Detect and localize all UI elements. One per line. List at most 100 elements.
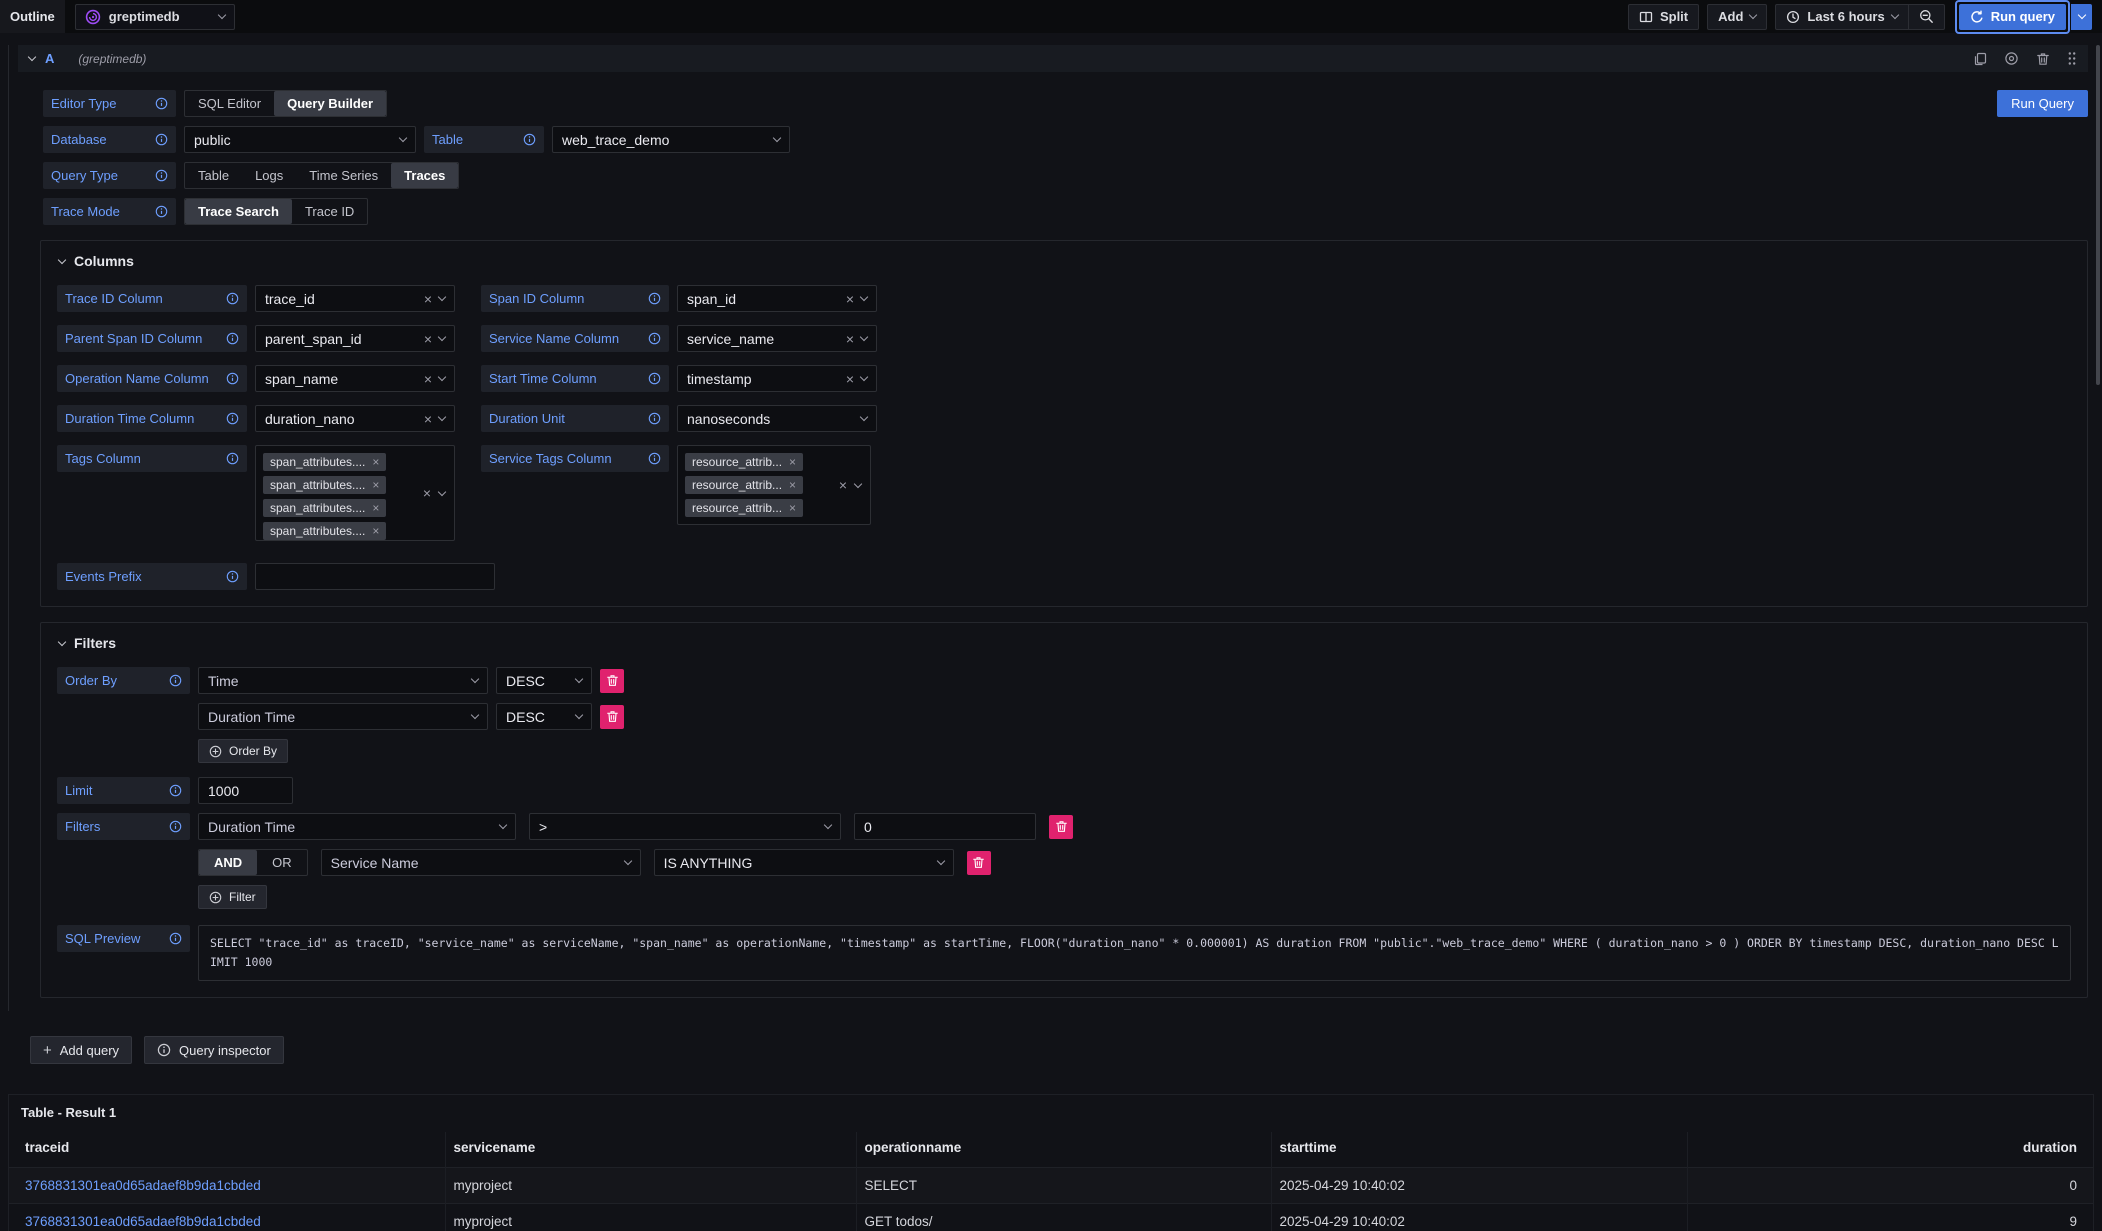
tag-chip[interactable]: span_attributes....× xyxy=(263,453,386,471)
info-icon[interactable] xyxy=(648,452,661,465)
delete-order-by-button[interactable] xyxy=(600,705,624,729)
zoom-out-time-button[interactable] xyxy=(1909,5,1944,29)
info-icon[interactable] xyxy=(648,292,661,305)
query-type-timeseries-option[interactable]: Time Series xyxy=(296,163,391,188)
delete-order-by-button[interactable] xyxy=(600,669,624,693)
collapse-chevron-icon[interactable] xyxy=(28,53,36,61)
filter-operator-select[interactable]: IS ANYTHING xyxy=(654,849,954,876)
add-order-by-button[interactable]: Order By xyxy=(198,739,288,763)
query-type-table-option[interactable]: Table xyxy=(185,163,242,188)
service-tags-column-multiselect[interactable]: resource_attrib...× resource_attrib...× … xyxy=(677,445,871,525)
duration-time-column-select[interactable]: duration_nano × xyxy=(255,405,455,432)
order-by-field-select[interactable]: Duration Time xyxy=(198,703,488,730)
split-button[interactable]: Split xyxy=(1628,4,1699,30)
remove-chip-icon[interactable]: × xyxy=(372,479,379,491)
info-icon[interactable] xyxy=(648,412,661,425)
filter-operator-select[interactable]: > xyxy=(529,813,841,840)
info-icon[interactable] xyxy=(169,784,182,797)
info-icon[interactable] xyxy=(226,292,239,305)
query-type-logs-option[interactable]: Logs xyxy=(242,163,296,188)
column-header-traceid[interactable]: traceid xyxy=(9,1132,445,1168)
and-option[interactable]: AND xyxy=(199,850,257,875)
info-icon[interactable] xyxy=(169,674,182,687)
info-icon[interactable] xyxy=(155,133,168,146)
clear-icon[interactable]: × xyxy=(846,332,854,346)
delete-filter-button[interactable] xyxy=(967,851,991,875)
filters-section-header[interactable]: Filters xyxy=(59,635,2071,651)
columns-section-header[interactable]: Columns xyxy=(59,253,2071,269)
order-by-field-select[interactable]: Time xyxy=(198,667,488,694)
query-row-header[interactable]: A (greptimedb) xyxy=(18,45,2088,72)
clear-all-icon[interactable]: × xyxy=(423,486,431,500)
info-icon[interactable] xyxy=(226,412,239,425)
trace-id-option[interactable]: Trace ID xyxy=(292,199,367,224)
or-option[interactable]: OR xyxy=(257,850,307,875)
service-tag-chip[interactable]: resource_attrib...× xyxy=(685,499,803,517)
query-inspector-button[interactable]: Query inspector xyxy=(144,1036,284,1064)
remove-query-trash-icon[interactable] xyxy=(2036,52,2050,66)
info-icon[interactable] xyxy=(226,372,239,385)
duplicate-query-icon[interactable] xyxy=(1973,52,1987,66)
clear-icon[interactable]: × xyxy=(424,412,432,426)
filter-value-input[interactable]: 0 xyxy=(854,813,1036,840)
clear-icon[interactable]: × xyxy=(846,292,854,306)
order-by-direction-select[interactable]: DESC xyxy=(496,703,592,730)
hide-response-eye-icon[interactable] xyxy=(2004,51,2019,66)
operation-name-column-select[interactable]: span_name × xyxy=(255,365,455,392)
trace-id-link[interactable]: 3768831301ea0d65adaef8b9da1cbded xyxy=(25,1214,261,1229)
remove-chip-icon[interactable]: × xyxy=(789,479,796,491)
sql-editor-option[interactable]: SQL Editor xyxy=(185,91,274,116)
limit-input[interactable]: 1000 xyxy=(198,777,293,804)
filter-field-select[interactable]: Duration Time xyxy=(198,813,516,840)
trace-id-column-select[interactable]: trace_id × xyxy=(255,285,455,312)
add-query-button[interactable]: + Add query xyxy=(30,1036,132,1064)
column-header-servicename[interactable]: servicename xyxy=(445,1132,856,1168)
query-builder-option[interactable]: Query Builder xyxy=(274,91,386,116)
tag-chip[interactable]: span_attributes....× xyxy=(263,522,386,540)
start-time-column-select[interactable]: timestamp × xyxy=(677,365,877,392)
scrollbar-thumb[interactable] xyxy=(2096,45,2100,385)
tag-chip[interactable]: span_attributes....× xyxy=(263,499,386,517)
remove-chip-icon[interactable]: × xyxy=(789,502,796,514)
info-icon[interactable] xyxy=(155,97,168,110)
time-range-picker[interactable]: Last 6 hours xyxy=(1776,5,1907,29)
span-id-column-select[interactable]: span_id × xyxy=(677,285,877,312)
remove-chip-icon[interactable]: × xyxy=(372,502,379,514)
column-header-operationname[interactable]: operationname xyxy=(856,1132,1271,1168)
delete-filter-button[interactable] xyxy=(1049,815,1073,839)
remove-chip-icon[interactable]: × xyxy=(372,525,379,537)
info-icon[interactable] xyxy=(155,205,168,218)
clear-icon[interactable]: × xyxy=(424,332,432,346)
clear-icon[interactable]: × xyxy=(424,372,432,386)
column-header-duration[interactable]: duration xyxy=(1687,1132,2093,1168)
run-query-button[interactable]: Run query xyxy=(1959,4,2066,30)
duration-unit-select[interactable]: nanoseconds xyxy=(677,405,877,432)
database-select[interactable]: public xyxy=(184,126,416,153)
info-icon[interactable] xyxy=(226,570,239,583)
info-icon[interactable] xyxy=(523,133,536,146)
clear-all-icon[interactable]: × xyxy=(839,478,847,492)
query-type-traces-option[interactable]: Traces xyxy=(391,163,458,188)
service-tag-chip[interactable]: resource_attrib...× xyxy=(685,476,803,494)
filter-field-select[interactable]: Service Name xyxy=(321,849,641,876)
service-tag-chip[interactable]: resource_attrib...× xyxy=(685,453,803,471)
trace-search-option[interactable]: Trace Search xyxy=(185,199,292,224)
info-icon[interactable] xyxy=(169,932,182,945)
clear-icon[interactable]: × xyxy=(846,372,854,386)
service-name-column-select[interactable]: service_name × xyxy=(677,325,877,352)
clear-icon[interactable]: × xyxy=(424,292,432,306)
add-filter-button[interactable]: Filter xyxy=(198,885,267,909)
parent-span-id-column-select[interactable]: parent_span_id × xyxy=(255,325,455,352)
remove-chip-icon[interactable]: × xyxy=(372,456,379,468)
order-by-direction-select[interactable]: DESC xyxy=(496,667,592,694)
tags-column-multiselect[interactable]: span_attributes....× span_attributes....… xyxy=(255,445,455,541)
panel-run-query-button[interactable]: Run Query xyxy=(1997,90,2088,117)
info-icon[interactable] xyxy=(648,332,661,345)
info-icon[interactable] xyxy=(155,169,168,182)
info-icon[interactable] xyxy=(226,332,239,345)
trace-id-link[interactable]: 3768831301ea0d65adaef8b9da1cbded xyxy=(25,1178,261,1193)
table-select[interactable]: web_trace_demo xyxy=(552,126,790,153)
run-query-options-button[interactable] xyxy=(2071,4,2092,30)
datasource-picker[interactable]: greptimedb xyxy=(75,4,235,30)
info-icon[interactable] xyxy=(169,820,182,833)
